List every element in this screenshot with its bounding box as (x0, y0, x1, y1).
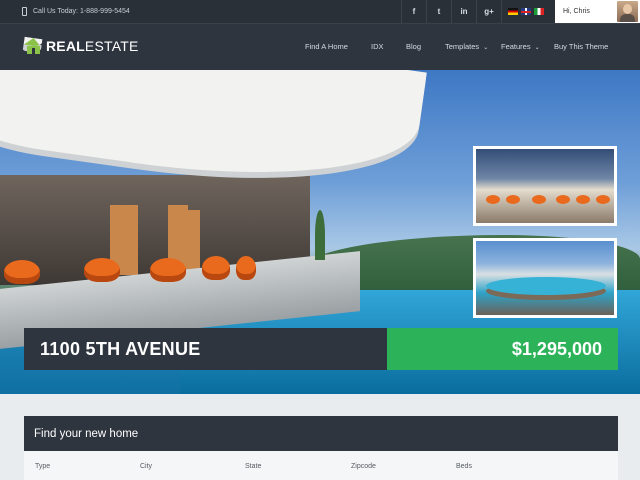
nav-buy-this-theme[interactable]: Buy This Theme (554, 42, 608, 51)
phone-text: Call Us Today: 1-888-999-5454 (33, 8, 130, 15)
field-label-beds: Beds (456, 463, 472, 470)
gallery-thumbnail[interactable] (473, 238, 617, 318)
field-label-zipcode: Zipcode (351, 463, 376, 470)
nav-blog[interactable]: Blog (406, 42, 421, 51)
nav-find-a-home[interactable]: Find A Home (305, 42, 348, 51)
user-menu[interactable]: Hi, Chris (555, 0, 640, 23)
hero-photo (0, 70, 427, 349)
twitter-icon[interactable]: t (426, 0, 451, 23)
chevron-down-icon: ⌄ (534, 45, 540, 51)
nav-idx[interactable]: IDX (371, 42, 384, 51)
language-switcher (501, 0, 555, 23)
gallery-thumbnail[interactable] (473, 146, 617, 226)
search-panel-title: Find your new home (34, 427, 139, 440)
user-greeting: Hi, Chris (563, 8, 590, 15)
site-logo[interactable]: REALESTATE (23, 36, 139, 54)
listing-price[interactable]: $1,295,000 (387, 328, 618, 370)
listing-title[interactable]: 1100 5TH AVENUE (24, 328, 387, 370)
chevron-down-icon: ⌄ (483, 45, 489, 51)
search-panel-header: Find your new home (24, 416, 618, 451)
googleplus-icon[interactable]: g+ (476, 0, 501, 23)
logo-text: REALESTATE (46, 38, 139, 54)
phone-info: Call Us Today: 1-888-999-5454 (22, 0, 130, 23)
avatar[interactable] (617, 1, 638, 22)
nav-features[interactable]: Features ⌄ (501, 42, 540, 51)
linkedin-icon[interactable]: in (451, 0, 476, 23)
top-bar: Call Us Today: 1-888-999-5454 f t in g+ … (0, 0, 640, 23)
field-label-city: City (140, 463, 153, 470)
facebook-icon[interactable]: f (401, 0, 426, 23)
search-form: Type City State Zipcode Beds (24, 451, 618, 480)
nav-templates[interactable]: Templates ⌄ (445, 42, 488, 51)
de-flag-icon[interactable] (508, 8, 518, 15)
phone-icon (22, 7, 27, 16)
field-label-state: State (245, 463, 262, 470)
main-navbar: REALESTATE Find A Home IDX Blog Template… (0, 23, 640, 70)
hero-banner: 1100 5TH AVENUE $1,295,000 (0, 70, 640, 394)
house-icon (23, 36, 43, 54)
uk-flag-icon[interactable] (521, 8, 531, 15)
it-flag-icon[interactable] (534, 8, 544, 15)
field-label-type: Type (35, 463, 51, 470)
